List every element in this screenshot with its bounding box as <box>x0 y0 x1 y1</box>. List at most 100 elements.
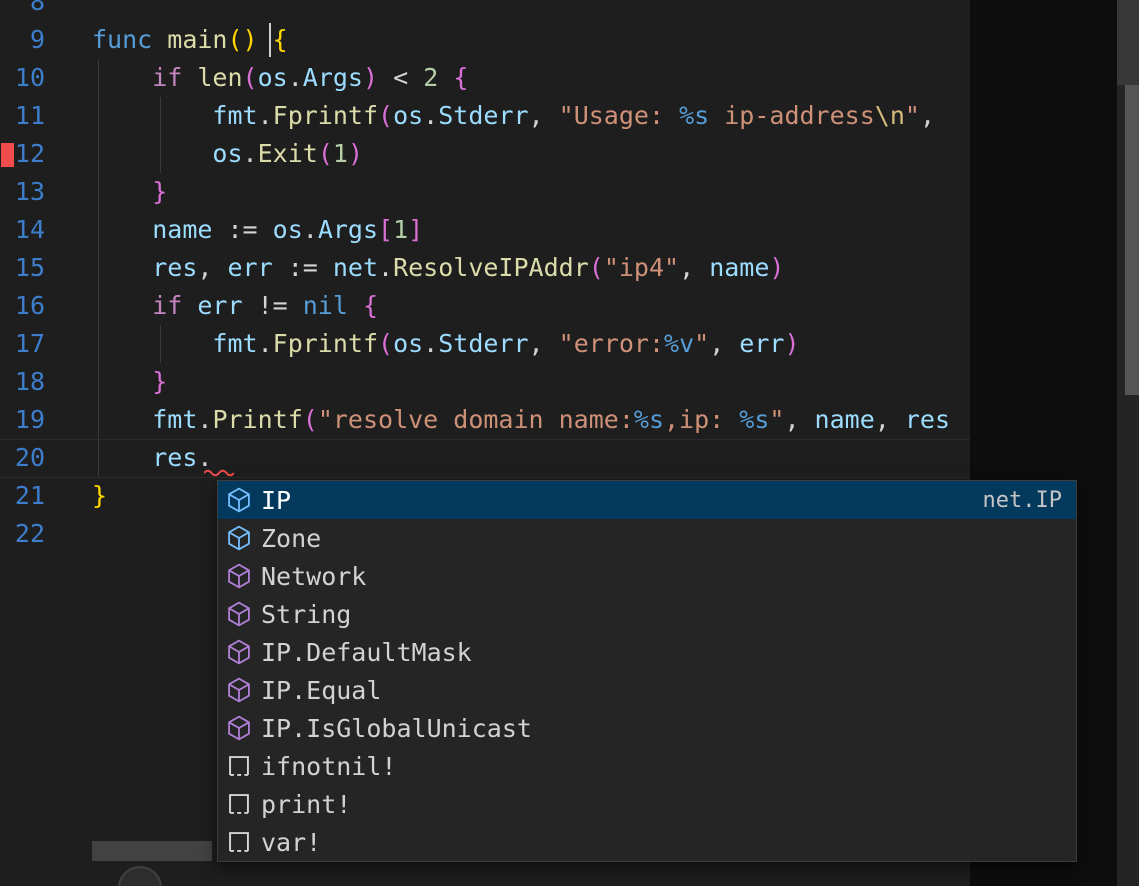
suggestion-item[interactable]: Network <box>218 557 1076 595</box>
text-cursor <box>269 23 271 57</box>
error-squiggle <box>204 468 234 477</box>
code-token: " <box>694 329 709 358</box>
suggestion-item[interactable]: var! <box>218 823 1076 861</box>
vertical-scrollbar-thumb[interactable] <box>1125 85 1139 395</box>
code-token: "resolve domain name: <box>318 405 634 434</box>
current-line-highlight <box>0 439 970 440</box>
code-token <box>92 253 152 282</box>
symbol-field-icon <box>226 525 252 551</box>
symbol-field-icon <box>226 487 252 513</box>
suggestion-label: print! <box>261 790 351 819</box>
code-line[interactable]: 20 res. <box>0 439 970 477</box>
suggestion-item[interactable]: IP.Equal <box>218 671 1076 709</box>
suggestion-item[interactable]: String <box>218 595 1076 633</box>
code-token: < <box>378 63 423 92</box>
code-token: . <box>197 405 212 434</box>
code-token: main <box>167 25 227 54</box>
code-line[interactable]: 16 if err != nil { <box>0 287 970 325</box>
line-number[interactable]: 22 <box>0 515 45 553</box>
code-line[interactable]: 9 func main() { <box>0 21 970 59</box>
code-text: if err != nil { <box>92 287 378 325</box>
code-token: ) <box>363 63 378 92</box>
code-line[interactable]: 8 <box>0 0 970 21</box>
code-token <box>92 329 212 358</box>
code-token: , <box>197 253 227 282</box>
suggestion-label: var! <box>261 828 321 857</box>
code-token <box>92 63 152 92</box>
line-number[interactable]: 15 <box>0 249 45 287</box>
suggestion-label: Zone <box>261 524 321 553</box>
line-number[interactable]: 11 <box>0 97 45 135</box>
code-token: := <box>273 253 333 282</box>
code-token: , <box>679 253 709 282</box>
line-number[interactable]: 20 <box>0 439 45 477</box>
code-token: ) <box>243 25 258 54</box>
code-token: ( <box>378 101 393 130</box>
line-number[interactable]: 21 <box>0 477 45 515</box>
code-token: name <box>815 405 875 434</box>
code-line[interactable]: 11 fmt.Fprintf(os.Stderr, "Usage: %s ip-… <box>0 97 970 135</box>
suggestion-label: Network <box>261 562 366 591</box>
suggestion-item[interactable]: IP.IsGlobalUnicast <box>218 709 1076 747</box>
code-token <box>92 405 152 434</box>
code-token: name <box>152 215 212 244</box>
suggestion-item[interactable]: ifnotnil! <box>218 747 1076 785</box>
code-text: func main() { <box>92 21 288 59</box>
code-text: name := os.Args[1] <box>92 211 423 249</box>
code-token: len <box>197 63 242 92</box>
suggestion-item[interactable]: IP.DefaultMask <box>218 633 1076 671</box>
code-token: "error: <box>559 329 664 358</box>
code-token: ,ip: <box>664 405 739 434</box>
code-editor-window: 89func main() {10 if len(os.Args) < 2 {1… <box>0 0 1139 886</box>
horizontal-scrollbar-thumb[interactable] <box>92 841 212 861</box>
code-token: "Usage: <box>559 101 679 130</box>
code-token <box>438 63 453 92</box>
code-line[interactable]: 15 res, err := net.ResolveIPAddr("ip4", … <box>0 249 970 287</box>
code-token: os <box>393 101 423 130</box>
code-token: if <box>152 63 197 92</box>
code-token: os <box>273 215 303 244</box>
line-number[interactable]: 18 <box>0 363 45 401</box>
code-text: fmt.Printf("resolve domain name:%s,ip: %… <box>92 401 950 439</box>
suggestion-item[interactable]: Zone <box>218 519 1076 557</box>
code-token <box>92 443 152 472</box>
code-token: ] <box>408 215 423 244</box>
code-token: , <box>529 101 559 130</box>
line-number[interactable]: 17 <box>0 325 45 363</box>
line-number[interactable]: 9 <box>0 21 45 59</box>
code-token: , <box>709 329 739 358</box>
code-line[interactable]: 18 } <box>0 363 970 401</box>
code-text: fmt.Fprintf(os.Stderr, "Usage: %s ip-add… <box>92 97 935 135</box>
suggestion-label: IP <box>261 486 291 515</box>
code-line[interactable]: 10 if len(os.Args) < 2 { <box>0 59 970 97</box>
code-token: . <box>378 253 393 282</box>
code-line[interactable]: 19 fmt.Printf("resolve domain name:%s,ip… <box>0 401 970 439</box>
line-number[interactable]: 14 <box>0 211 45 249</box>
suggestion-item[interactable]: IPnet.IP <box>218 481 1076 519</box>
code-text: } <box>92 363 167 401</box>
vertical-scrollbar[interactable] <box>1117 0 1139 886</box>
code-line[interactable]: 17 fmt.Fprintf(os.Stderr, "error:%v", er… <box>0 325 970 363</box>
line-number[interactable]: 8 <box>0 0 45 21</box>
code-line[interactable]: 13 } <box>0 173 970 211</box>
code-token: } <box>152 367 167 396</box>
code-line[interactable]: 12 os.Exit(1) <box>0 135 970 173</box>
symbol-snippet-icon <box>226 791 252 817</box>
code-line[interactable]: 14 name := os.Args[1] <box>0 211 970 249</box>
code-token <box>92 215 152 244</box>
code-token: Exit <box>258 139 318 168</box>
code-token: ( <box>318 139 333 168</box>
line-number[interactable]: 10 <box>0 59 45 97</box>
code-token <box>92 291 152 320</box>
suggestion-label: IP.Equal <box>261 676 381 705</box>
code-text: res, err := net.ResolveIPAddr("ip4", nam… <box>92 249 784 287</box>
suggestion-item[interactable]: print! <box>218 785 1076 823</box>
line-number[interactable]: 19 <box>0 401 45 439</box>
suggest-widget: IPnet.IP Zone Network StringIP.DefaultMask I… <box>217 480 1077 862</box>
line-number[interactable]: 16 <box>0 287 45 325</box>
code-token: . <box>423 101 438 130</box>
code-token: err <box>739 329 784 358</box>
code-token: { <box>453 63 468 92</box>
line-number[interactable]: 13 <box>0 173 45 211</box>
code-token: ) <box>769 253 784 282</box>
